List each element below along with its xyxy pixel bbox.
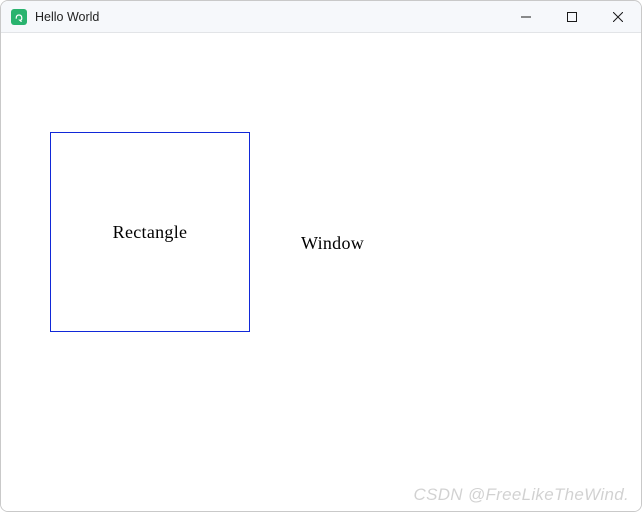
close-icon	[613, 12, 623, 22]
watermark: CSDN @FreeLikeTheWind.	[414, 485, 630, 505]
window-title: Hello World	[35, 10, 99, 24]
close-button[interactable]	[595, 1, 641, 32]
rectangle-label: Rectangle	[113, 222, 188, 243]
minimize-button[interactable]	[503, 1, 549, 32]
rectangle: Rectangle	[50, 132, 250, 332]
maximize-button[interactable]	[549, 1, 595, 32]
maximize-icon	[567, 12, 577, 22]
titlebar: Hello World	[1, 1, 641, 33]
window-label: Window	[301, 233, 364, 254]
window-controls	[503, 1, 641, 32]
window-frame: Hello World Rectangle	[0, 0, 642, 512]
qt-icon	[11, 9, 27, 25]
client-area: Rectangle Window CSDN @FreeLikeTheWind.	[1, 33, 641, 511]
minimize-icon	[521, 12, 531, 22]
